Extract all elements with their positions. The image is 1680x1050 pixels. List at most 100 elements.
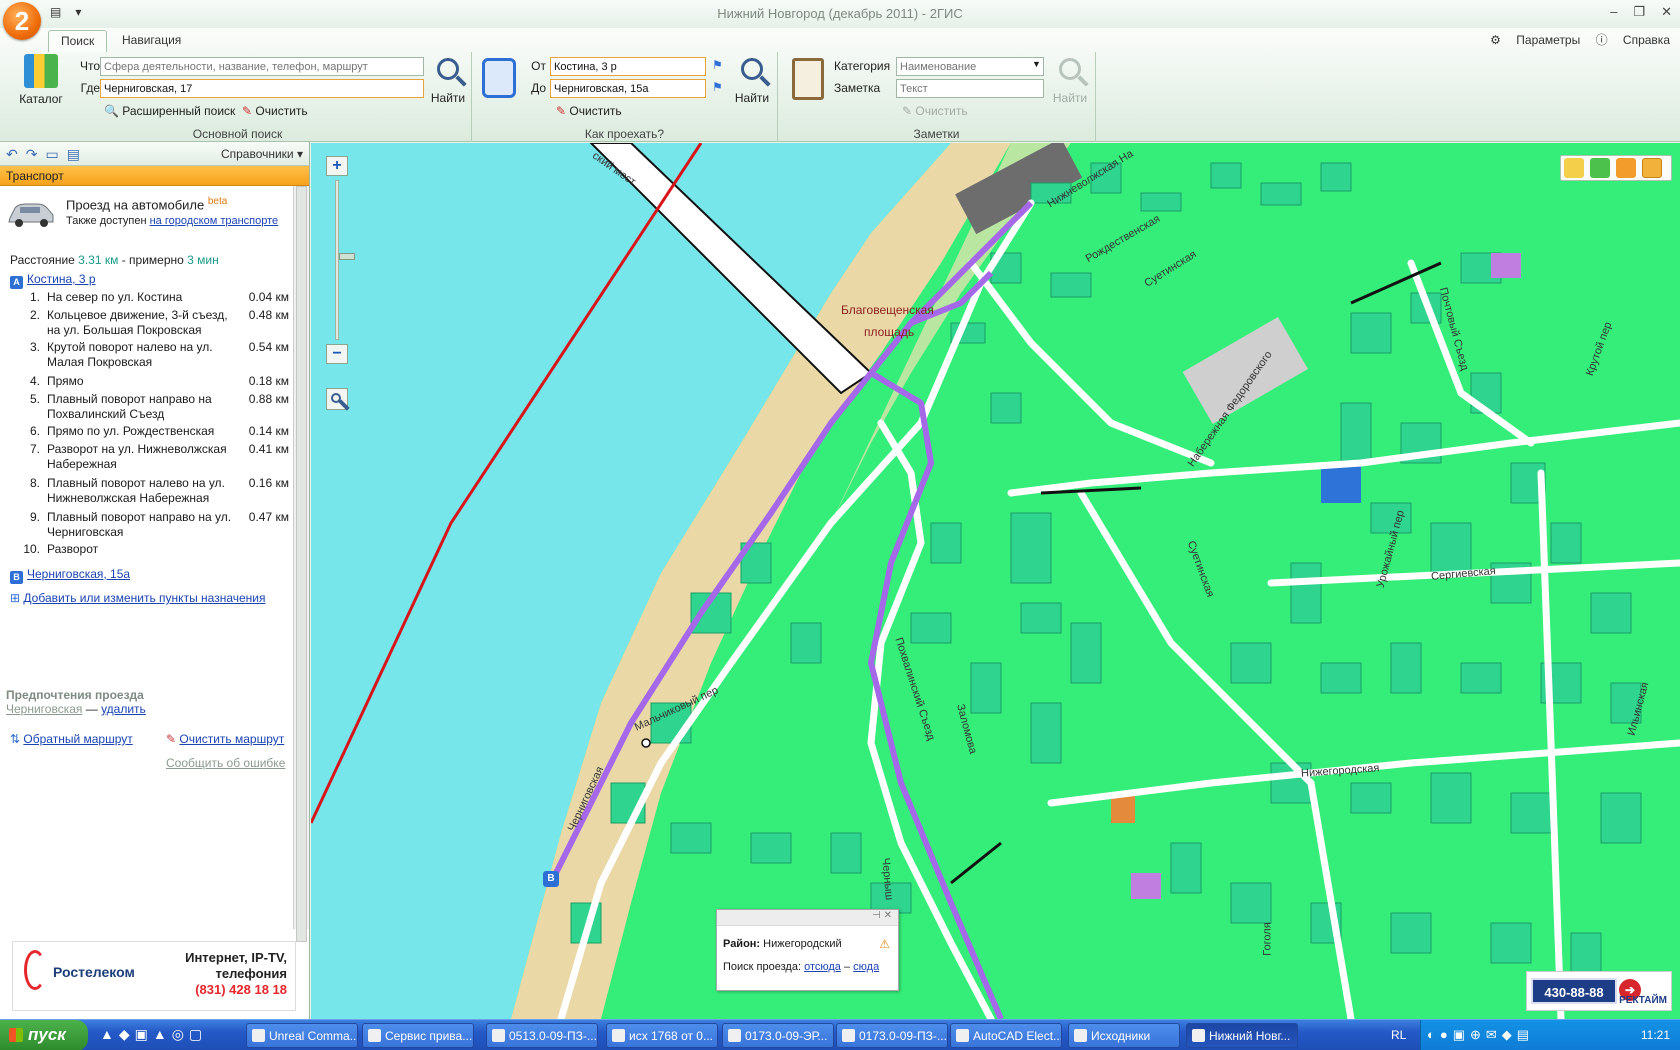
zoom-select-button[interactable] (326, 388, 348, 410)
find-button[interactable]: Найти (426, 54, 470, 105)
beta-badge: beta (207, 196, 228, 207)
public-transport-link[interactable]: на городском транспорте (150, 215, 279, 227)
clear-search-button[interactable]: ✎ Очистить (242, 104, 308, 118)
route-eraser-icon: ✎ (556, 104, 567, 118)
taskbar-item[interactable]: AutoCAD Elect... (950, 1023, 1062, 1048)
map-label-square-1: Благовещенская (841, 303, 934, 317)
distance-mid: - примерно (121, 253, 184, 267)
route-to-here-link[interactable]: сюда (853, 961, 879, 973)
app-logo-button[interactable]: 2 (3, 2, 41, 40)
ribbon-top-right: ⚙ Параметры ⓘ Справка (1478, 31, 1670, 48)
distance-prefix: Расстояние (10, 253, 75, 267)
close-icon[interactable]: ✕ (1661, 4, 1672, 19)
route-from-input[interactable] (550, 57, 706, 76)
zoom-out-button[interactable]: − (326, 344, 348, 364)
left-panel: ↶↷▭▤ Справочники ▾ Транспорт Проезд на а… (0, 142, 310, 1019)
system-tray: RL ◐●▣⊕✉◆▤ 11:21 (1391, 1020, 1680, 1050)
ad-line2: телефония (215, 966, 288, 981)
step-text: Прямо (47, 374, 84, 388)
to-pin-icon[interactable]: ⚑ (712, 80, 723, 94)
route-search-label: Поиск проезда: (723, 961, 801, 973)
pref-delete-link[interactable]: удалить (101, 702, 146, 716)
route-search-icon (741, 58, 763, 80)
category-dropdown-icon[interactable]: ▼ (1032, 59, 1041, 69)
where-input[interactable] (100, 79, 424, 98)
step-distance: 0.54 км (248, 340, 289, 354)
taskbar-item[interactable]: Исходники (1068, 1023, 1180, 1048)
step-text: Кольцевое движение, 3-й съезд, на ул. Бо… (47, 308, 228, 337)
zoom-in-button[interactable]: + (326, 156, 348, 176)
map-view[interactable]: Благовещенская площадь Нижневолжская На … (311, 143, 1680, 1019)
map-tools (1560, 155, 1672, 181)
shape-icon[interactable] (1616, 158, 1636, 178)
clear-label: Очистить (255, 104, 308, 118)
from-pin-icon[interactable]: ⚑ (712, 58, 723, 72)
report-error-link[interactable]: Сообщить об ошибке (166, 756, 285, 770)
taskbar-item[interactable]: исх 1768 от 0... (606, 1023, 718, 1048)
route-content: Проезд на автомобиле beta Также доступен… (0, 186, 293, 929)
popup-close-icon[interactable]: ✕ (884, 910, 892, 921)
time-value: 3 мин (187, 253, 219, 267)
maximize-icon[interactable]: ❐ (1633, 4, 1645, 19)
ad-brand: Ростелеком (53, 964, 135, 980)
mode-also: Также доступен на городском транспорте (66, 215, 278, 227)
advanced-search-button[interactable]: 🔍 Расширенный поиск (104, 104, 235, 118)
rektaim-ad[interactable]: 430-88-88 ➔ РЕКТАЙМ (1526, 971, 1672, 1011)
end-point-link[interactable]: Черниговская, 15а (27, 567, 130, 581)
info-icon[interactable] (1642, 158, 1662, 178)
back-forward-icons[interactable]: ↶↷▭▤ (6, 146, 88, 163)
help-button[interactable]: ⓘ Справка (1596, 33, 1670, 47)
clear-route-link[interactable]: Очистить маршрут (179, 732, 284, 746)
taskbar-item[interactable]: Сервис прива... (362, 1023, 474, 1048)
reverse-route-link[interactable]: Обратный маршрут (23, 732, 132, 746)
clear-route-icon: ✎ (166, 732, 177, 746)
reverse-route-row: ⇅ Обратный маршрут (10, 732, 133, 746)
taskbar-item[interactable]: 0513.0-09-ПЗ-... (486, 1023, 598, 1048)
notes-group-label: Заметки (913, 127, 960, 141)
start-point-link[interactable]: Костина, 3 р (27, 272, 96, 286)
language-indicator[interactable]: RL (1391, 1028, 1406, 1042)
route-from-here-link[interactable]: отсюда (804, 961, 841, 973)
route-clear-button[interactable]: ✎ Очистить (556, 104, 622, 118)
minimize-icon[interactable]: – (1610, 4, 1617, 19)
taskbar-item[interactable]: 0173.0-09-ЭР... (722, 1023, 834, 1048)
notes-find-button[interactable]: Найти (1048, 54, 1092, 105)
catalog-button[interactable]: Каталог (16, 54, 66, 106)
taskbar-item[interactable]: 0173.0-09-ПЗ-... (836, 1023, 948, 1048)
notes-clear-button[interactable]: ✎ Очистить (902, 104, 968, 118)
what-input[interactable] (100, 57, 424, 76)
taskbar-item[interactable]: Unreal Comma... (246, 1023, 358, 1048)
clear-route-row: ✎ Очистить маршрут (166, 732, 284, 746)
window-title: Нижний Новгород (декабрь 2011) - 2ГИС (717, 6, 963, 21)
directories-dropdown[interactable]: Справочники ▾ (221, 147, 303, 161)
left-panel-scrollbar[interactable] (293, 186, 309, 942)
route-end-marker[interactable]: B (543, 871, 559, 887)
pin-icon[interactable]: ⊣ (872, 910, 881, 921)
category-select[interactable] (896, 57, 1044, 76)
rostelecom-ad[interactable]: Ростелеком Интернет, IP-TV, телефония (831… (12, 941, 296, 1011)
add-points-row: ⊞ Добавить или изменить пункты назначени… (10, 591, 265, 605)
taskbar-item[interactable]: Нижний Новг... (1186, 1023, 1298, 1048)
route-find-button[interactable]: Найти (730, 54, 774, 105)
add-points-link[interactable]: Добавить или изменить пункты назначения (23, 591, 265, 605)
scrollbar-thumb[interactable] (296, 186, 307, 942)
ruler-icon[interactable] (1564, 158, 1584, 178)
panel-header: Транспорт (0, 166, 309, 186)
layers-icon[interactable] (1590, 158, 1610, 178)
zoom-track[interactable] (335, 180, 355, 340)
tab-navigation[interactable]: Навигация (110, 30, 193, 52)
tab-search[interactable]: Поиск (48, 30, 108, 52)
note-input[interactable] (896, 79, 1044, 98)
route-ab-icon (482, 58, 516, 98)
route-to-input[interactable] (550, 79, 706, 98)
quick-launch-icons[interactable]: ▲◆▣▲◎▢ (100, 1026, 207, 1043)
step-text: Разворот на ул. Нижневолжская Набережная (47, 442, 227, 471)
start-button[interactable]: пуск (0, 1020, 88, 1050)
what-label: Что (79, 59, 100, 73)
params-button[interactable]: ⚙ Параметры (1490, 33, 1580, 47)
zoom-slider[interactable] (339, 253, 355, 260)
point-b-icon: B (10, 571, 23, 584)
route-find-label: Найти (734, 91, 770, 105)
pref-street[interactable]: Черниговская (6, 702, 82, 716)
tray-icons[interactable]: ◐●▣⊕✉◆▤ (1427, 1027, 1534, 1043)
